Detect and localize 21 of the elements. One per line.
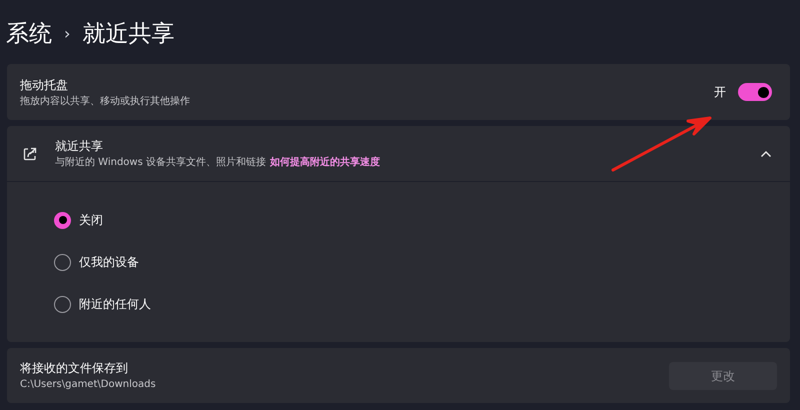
radio-button[interactable]: [54, 212, 71, 228]
radio-label: 附近的任何人: [79, 296, 151, 313]
toggle-switch[interactable]: [738, 83, 772, 101]
radio-label: 关闭: [79, 212, 103, 229]
radio-button[interactable]: [54, 254, 71, 270]
setting-description: 与附近的 Windows 设备共享文件、照片和链接: [55, 156, 266, 170]
setting-title: 拖动托盘: [20, 76, 69, 94]
setting-title: 就近共享: [55, 138, 104, 155]
radio-button[interactable]: [54, 296, 71, 312]
setting-description: 拖放内容以共享、移动或执行其他操作: [20, 94, 191, 108]
folder-path: C:\Users\gamet\Downloads: [20, 378, 157, 392]
toggle-label: 开: [714, 84, 726, 101]
nearby-sharing-header[interactable]: 就近共享 与附近的 Windows 设备共享文件、照片和链接 如何提高附近的共享速度: [7, 126, 790, 182]
radio-label: 仅我的设备: [79, 254, 139, 271]
setting-title: 将接收的文件保存到: [20, 360, 129, 377]
share-icon: [22, 146, 38, 162]
speed-help-link[interactable]: 如何提高附近的共享速度: [270, 155, 380, 170]
page-title: 就近共享: [82, 20, 174, 49]
chevron-icon[interactable]: [760, 150, 772, 158]
breadcrumb-separator: ›: [64, 23, 70, 45]
breadcrumb-parent[interactable]: 系统: [6, 16, 52, 52]
